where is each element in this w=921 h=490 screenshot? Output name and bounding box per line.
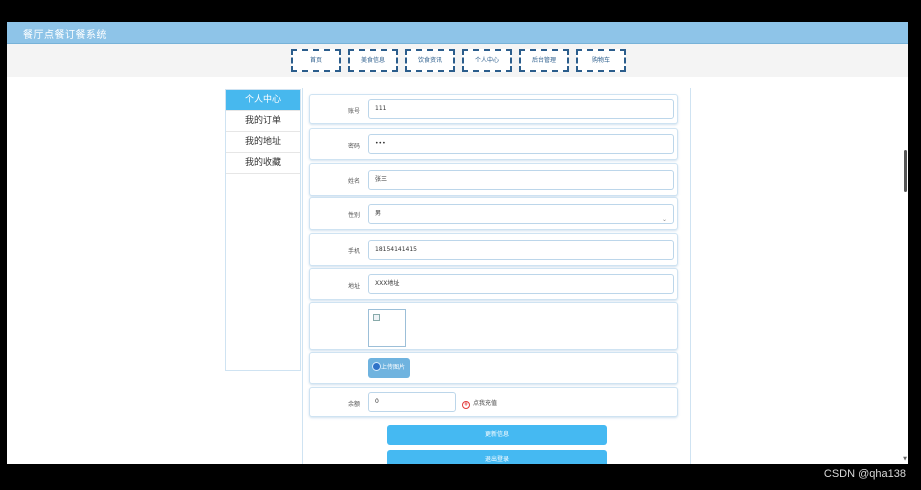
chevron-down-icon: ⌄	[661, 216, 667, 223]
watermark: CSDN @qha138	[823, 468, 906, 480]
nav-food-info[interactable]: 美食信息	[348, 49, 398, 72]
password-input[interactable]: •••	[368, 134, 674, 154]
yen-circle-icon: ¥	[462, 401, 470, 409]
sidebar-item-addresses[interactable]: 我的地址	[226, 132, 300, 153]
nav-home[interactable]: 首页	[291, 49, 341, 72]
form-row-account: 账号 111	[309, 94, 678, 124]
profile-panel: 账号 111 密码 ••• 姓名 张三 性别 男 ⌄ 手机 1815414141…	[302, 88, 691, 464]
name-label: 姓名	[347, 178, 360, 185]
account-input[interactable]: 111	[368, 99, 674, 119]
form-row-avatar	[309, 302, 678, 350]
phone-input[interactable]: 18154141415	[368, 240, 674, 260]
sidebar-item-personal-center[interactable]: 个人中心	[226, 90, 300, 111]
account-label: 账号	[347, 108, 360, 115]
form-row-gender: 性别 男 ⌄	[309, 197, 678, 230]
name-input[interactable]: 张三	[368, 170, 674, 190]
form-row-balance: 余额 0 ¥ 点我充值	[309, 387, 678, 417]
phone-label: 手机	[347, 248, 360, 255]
upload-image-button[interactable]: 上传图片	[368, 358, 410, 378]
logout-button[interactable]: 退出登录	[387, 450, 607, 464]
form-row-address: 地址 XXX地址	[309, 268, 678, 300]
recharge-label: 点我充值	[473, 400, 498, 407]
gender-value: 男	[375, 210, 382, 217]
nav-personal-center[interactable]: 个人中心	[462, 49, 512, 72]
update-info-button[interactable]: 更新信息	[387, 425, 607, 445]
nav-admin[interactable]: 后台管理	[519, 49, 569, 72]
gender-select[interactable]: 男 ⌄	[368, 204, 674, 224]
nav-diet-news[interactable]: 饮食资讯	[405, 49, 455, 72]
upload-icon	[372, 362, 381, 371]
gender-label: 性别	[347, 212, 360, 219]
address-input[interactable]: XXX地址	[368, 274, 674, 294]
top-nav: 首页 美食信息 饮食资讯 个人中心 后台管理 购物车	[7, 44, 908, 77]
broken-image-icon	[373, 314, 380, 321]
form-row-upload: 上传图片	[309, 352, 678, 384]
nav-cart[interactable]: 购物车	[576, 49, 626, 72]
upload-label: 上传图片	[380, 364, 405, 371]
address-label: 地址	[347, 283, 360, 290]
recharge-link[interactable]: ¥ 点我充值	[462, 398, 497, 409]
balance-label: 余额	[347, 401, 360, 408]
form-row-password: 密码 •••	[309, 128, 678, 160]
sidebar-item-favorites[interactable]: 我的收藏	[226, 153, 300, 174]
sidebar: 个人中心 我的订单 我的地址 我的收藏	[225, 89, 301, 371]
sidebar-item-orders[interactable]: 我的订单	[226, 111, 300, 132]
browser-viewport: 餐厅点餐订餐系统 首页 美食信息 饮食资讯 个人中心 后台管理 购物车 个人中心…	[7, 22, 908, 464]
avatar-image	[368, 309, 406, 347]
password-label: 密码	[347, 143, 360, 150]
balance-input: 0	[368, 392, 456, 412]
page-scrollbar[interactable]	[904, 150, 907, 192]
form-row-phone: 手机 18154141415	[309, 233, 678, 266]
form-row-name: 姓名 张三	[309, 163, 678, 196]
scroll-down-arrow-icon[interactable]: ▼	[903, 456, 907, 462]
app-header: 餐厅点餐订餐系统	[7, 22, 908, 44]
app-title: 餐厅点餐订餐系统	[23, 30, 107, 41]
